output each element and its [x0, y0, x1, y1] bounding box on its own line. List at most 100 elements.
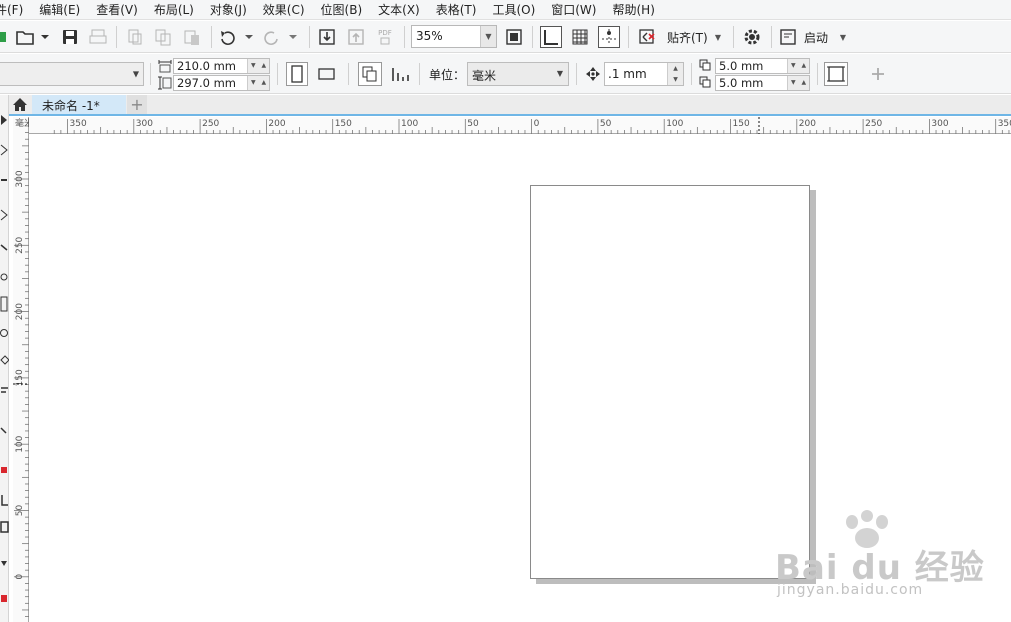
page-size-combo[interactable]: ▼: [0, 62, 144, 86]
text-tool-icon[interactable]: [1, 387, 8, 393]
chevron-down-icon: ▼: [132, 69, 139, 79]
snap-icon-button[interactable]: [636, 21, 658, 53]
snap-dropdown[interactable]: ▼: [712, 21, 724, 53]
add-button[interactable]: [866, 61, 890, 87]
page-height-value: 297.0 mm: [177, 76, 236, 90]
height-spinner[interactable]: ▼ ▲: [247, 76, 269, 90]
welcome-screen-tab[interactable]: [9, 95, 31, 114]
current-page-button[interactable]: [387, 61, 413, 87]
launch-icon[interactable]: [778, 21, 798, 53]
portrait-button[interactable]: [285, 61, 309, 87]
h-ruler-label: 200: [799, 119, 816, 129]
undo-icon: [221, 31, 253, 46]
menu-item-8[interactable]: 表格(T): [428, 0, 485, 19]
menu-item-6[interactable]: 位图(B): [313, 0, 371, 19]
eyedropper-tool-icon[interactable]: [1, 561, 7, 566]
connector-tool-icon[interactable]: [1, 495, 8, 506]
all-pages-button[interactable]: [357, 61, 383, 87]
menu-item-9[interactable]: 工具(O): [484, 0, 543, 19]
menu-item-3[interactable]: 布局(L): [146, 0, 202, 19]
page-height-field[interactable]: 297.0 mm ▼ ▲: [173, 75, 270, 91]
pick-tool-icon[interactable]: [1, 115, 7, 125]
copy-button[interactable]: [152, 21, 174, 53]
redo-button[interactable]: [262, 21, 302, 53]
rectangle-tool-icon[interactable]: [0, 296, 8, 312]
duplicate-x-value: 5.0 mm: [719, 59, 764, 73]
save-button[interactable]: [60, 21, 80, 53]
duplicate-x-field[interactable]: 5.0 mm ▼ ▲: [715, 58, 810, 74]
artistic-media-icon[interactable]: [0, 273, 8, 281]
launch-label[interactable]: 启动: [804, 29, 828, 46]
pdf-label: PDF: [378, 29, 392, 37]
launch-dropdown[interactable]: ▼: [837, 21, 849, 53]
h-ruler-label: 100: [401, 119, 418, 129]
zoom-value: 35%: [416, 29, 443, 43]
parallel-dimension-icon[interactable]: [0, 427, 7, 434]
menu-item-2[interactable]: 查看(V): [88, 0, 146, 19]
show-rulers-button[interactable]: [539, 21, 563, 53]
new-document-icon[interactable]: [0, 21, 8, 53]
new-tab-button[interactable]: +: [127, 95, 147, 114]
v-ruler-label: 250: [15, 236, 25, 253]
polygon-tool-icon[interactable]: [0, 355, 9, 365]
show-guidelines-button[interactable]: [597, 21, 621, 53]
nudge-spinner[interactable]: ▲ ▼: [667, 63, 683, 85]
dup-x-spinner[interactable]: ▼ ▲: [787, 59, 809, 73]
export-button[interactable]: [345, 21, 367, 53]
menu-item-10[interactable]: 窗口(W): [543, 0, 604, 19]
menu-item-0[interactable]: 件(F): [0, 0, 31, 19]
cut-button[interactable]: [124, 21, 146, 53]
chevron-down-icon[interactable]: ▼: [480, 26, 496, 47]
full-screen-button[interactable]: [503, 21, 525, 53]
dup-y-spinner[interactable]: ▼ ▲: [787, 76, 809, 90]
document-tab[interactable]: 未命名 -1*: [32, 95, 126, 114]
width-spinner[interactable]: ▼ ▲: [247, 59, 269, 73]
ellipse-tool-icon[interactable]: [0, 329, 8, 337]
document-page[interactable]: [530, 185, 810, 579]
options-button[interactable]: [740, 21, 764, 53]
fill-tool-icon[interactable]: [1, 467, 7, 473]
menu-item-11[interactable]: 帮助(H): [604, 0, 662, 19]
duplicate-y-field[interactable]: 5.0 mm ▼ ▲: [715, 75, 810, 91]
zoom-tool-icon[interactable]: [0, 209, 8, 221]
units-select[interactable]: 毫米 ▼: [467, 62, 569, 86]
units-value: 毫米: [472, 69, 497, 83]
undo-button[interactable]: [218, 21, 258, 53]
h-ruler-label: 0: [534, 119, 540, 129]
h-ruler-label: 150: [335, 119, 352, 129]
v-ruler-label: 200: [15, 303, 25, 320]
print-button[interactable]: [88, 21, 108, 53]
v-ruler-label: 300: [15, 170, 25, 187]
horizontal-ruler[interactable]: 350 300 250 200 150 100 50 0 50 100 150 200 250 300 35…: [14, 117, 1011, 134]
import-button[interactable]: [316, 21, 338, 53]
menu-item-7[interactable]: 文本(X): [370, 0, 428, 19]
current-page-icon: [392, 68, 409, 81]
shape-tool-icon[interactable]: [0, 144, 8, 156]
vertical-ruler[interactable]: 300 250 200 150 100 50 0 毫米: [13, 117, 29, 622]
nudge-distance-field[interactable]: .1 mm ▲ ▼: [604, 62, 684, 86]
show-grid-button[interactable]: [568, 21, 592, 53]
open-button[interactable]: [14, 21, 50, 53]
menu-item-4[interactable]: 对象(J): [202, 0, 255, 19]
page-height-icon: [157, 74, 172, 92]
gear-icon: [744, 29, 760, 45]
units-label: 单位：: [429, 68, 466, 82]
page-width-field[interactable]: 210.0 mm ▼ ▲: [173, 58, 270, 74]
table-tool-icon[interactable]: [0, 521, 9, 533]
page-border-button[interactable]: [823, 61, 849, 87]
landscape-icon: [318, 68, 335, 80]
interactive-fill-icon[interactable]: [1, 595, 7, 602]
grid-icon: [572, 29, 588, 45]
home-icon: [13, 98, 27, 111]
open-folder-icon: [16, 31, 49, 45]
h-ruler-label: 300: [136, 119, 153, 129]
landscape-button[interactable]: [315, 61, 339, 87]
menu-item-1[interactable]: 编辑(E): [31, 0, 88, 19]
guidelines-icon: [598, 26, 620, 48]
freehand-tool-icon[interactable]: [0, 244, 8, 251]
paste-button[interactable]: [181, 21, 203, 53]
publish-pdf-button[interactable]: PDF: [373, 21, 397, 53]
snap-to-label[interactable]: 贴齐(T): [667, 29, 708, 46]
zoom-level-combo[interactable]: 35% ▼: [411, 25, 497, 48]
menu-item-5[interactable]: 效果(C): [255, 0, 313, 19]
